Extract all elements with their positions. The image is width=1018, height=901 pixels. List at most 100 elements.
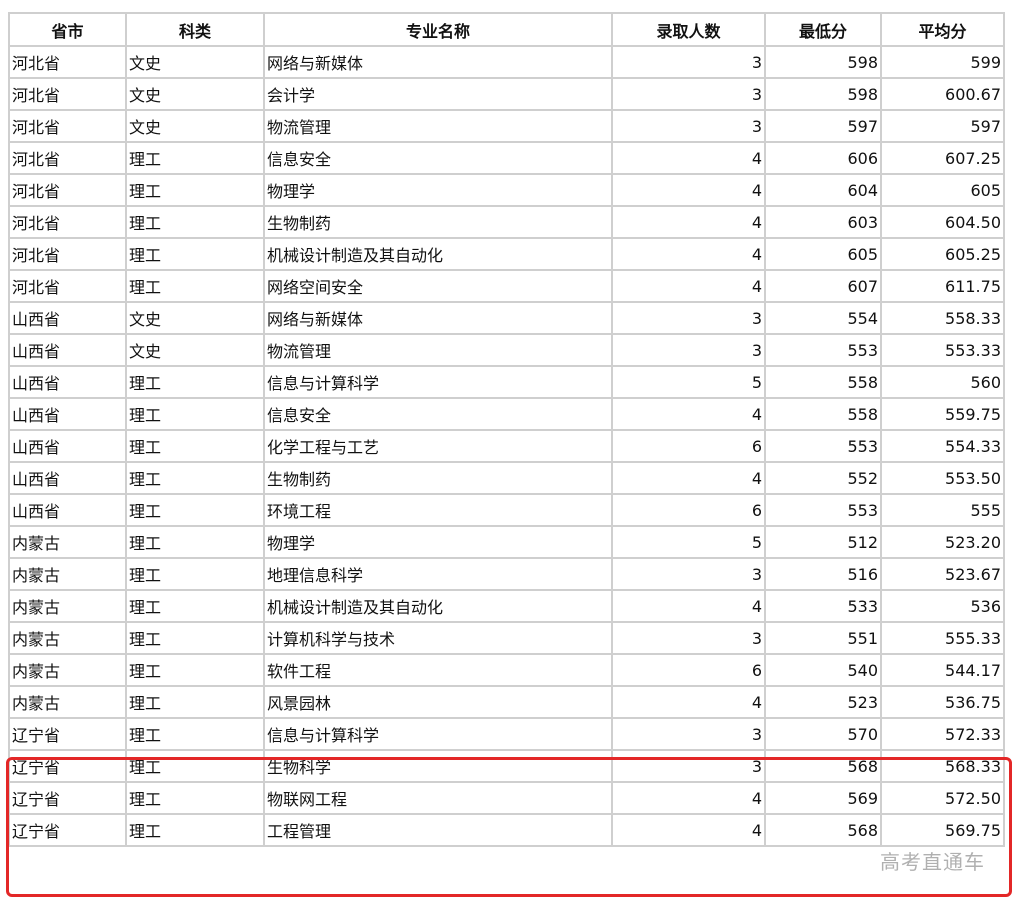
cell-admitted-count: 3 <box>611 45 766 79</box>
cell-min-score: 606 <box>764 141 882 175</box>
cell-category: 理工 <box>125 429 265 463</box>
cell-admitted-count: 4 <box>611 397 766 431</box>
cell-min-score: 598 <box>764 77 882 111</box>
table-row: 山西省 文史 网络与新媒体 3 554 558.33 <box>8 301 1005 335</box>
cell-major: 机械设计制造及其自动化 <box>263 237 613 271</box>
cell-major: 风景园林 <box>263 685 613 719</box>
cell-avg-score: 611.75 <box>880 269 1005 303</box>
header-admitted-count: 录取人数 <box>611 12 766 47</box>
cell-category: 文史 <box>125 333 265 367</box>
cell-admitted-count: 3 <box>611 621 766 655</box>
cell-avg-score: 523.67 <box>880 557 1005 591</box>
cell-major: 生物科学 <box>263 749 613 783</box>
cell-province: 河北省 <box>8 109 127 143</box>
cell-category: 理工 <box>125 397 265 431</box>
cell-category: 理工 <box>125 173 265 207</box>
cell-min-score: 603 <box>764 205 882 239</box>
cell-province: 山西省 <box>8 333 127 367</box>
cell-min-score: 533 <box>764 589 882 623</box>
cell-province: 内蒙古 <box>8 685 127 719</box>
cell-province: 内蒙古 <box>8 557 127 591</box>
table-row: 河北省 文史 网络与新媒体 3 598 599 <box>8 45 1005 79</box>
table-row: 内蒙古 理工 计算机科学与技术 3 551 555.33 <box>8 621 1005 655</box>
cell-admitted-count: 5 <box>611 365 766 399</box>
cell-major: 机械设计制造及其自动化 <box>263 589 613 623</box>
header-min-score: 最低分 <box>764 12 882 47</box>
cell-province: 山西省 <box>8 429 127 463</box>
cell-min-score: 516 <box>764 557 882 591</box>
cell-min-score: 553 <box>764 493 882 527</box>
table-row: 河北省 理工 物理学 4 604 605 <box>8 173 1005 207</box>
header-province: 省市 <box>8 12 127 47</box>
cell-avg-score: 572.50 <box>880 781 1005 815</box>
cell-category: 理工 <box>125 525 265 559</box>
cell-category: 理工 <box>125 493 265 527</box>
cell-avg-score: 607.25 <box>880 141 1005 175</box>
table-header-row: 省市 科类 专业名称 录取人数 最低分 平均分 <box>8 12 1005 47</box>
cell-category: 文史 <box>125 301 265 335</box>
cell-avg-score: 559.75 <box>880 397 1005 431</box>
table-row: 辽宁省 理工 生物科学 3 568 568.33 <box>8 749 1005 783</box>
cell-admitted-count: 4 <box>611 173 766 207</box>
cell-major: 信息安全 <box>263 141 613 175</box>
cell-major: 软件工程 <box>263 653 613 687</box>
cell-major: 信息与计算科学 <box>263 717 613 751</box>
admission-table: 省市 科类 专业名称 录取人数 最低分 平均分 河北省 文史 网络与新媒体 3 598 5… <box>8 12 1005 847</box>
cell-min-score: 552 <box>764 461 882 495</box>
cell-admitted-count: 4 <box>611 813 766 847</box>
cell-avg-score: 536.75 <box>880 685 1005 719</box>
cell-avg-score: 599 <box>880 45 1005 79</box>
cell-admitted-count: 3 <box>611 77 766 111</box>
cell-admitted-count: 3 <box>611 557 766 591</box>
cell-category: 理工 <box>125 813 265 847</box>
cell-category: 理工 <box>125 461 265 495</box>
watermark: 高考直通车 <box>880 850 985 874</box>
table-row: 内蒙古 理工 机械设计制造及其自动化 4 533 536 <box>8 589 1005 623</box>
cell-avg-score: 600.67 <box>880 77 1005 111</box>
cell-min-score: 512 <box>764 525 882 559</box>
cell-category: 文史 <box>125 109 265 143</box>
cell-admitted-count: 4 <box>611 237 766 271</box>
cell-min-score: 568 <box>764 813 882 847</box>
table-row: 河北省 理工 生物制药 4 603 604.50 <box>8 205 1005 239</box>
table-row: 山西省 文史 物流管理 3 553 553.33 <box>8 333 1005 367</box>
cell-category: 理工 <box>125 781 265 815</box>
cell-major: 工程管理 <box>263 813 613 847</box>
cell-admitted-count: 4 <box>611 781 766 815</box>
cell-avg-score: 555 <box>880 493 1005 527</box>
cell-category: 理工 <box>125 557 265 591</box>
table-row: 山西省 理工 信息安全 4 558 559.75 <box>8 397 1005 431</box>
cell-province: 河北省 <box>8 237 127 271</box>
cell-admitted-count: 3 <box>611 333 766 367</box>
cell-admitted-count: 3 <box>611 301 766 335</box>
cell-major: 会计学 <box>263 77 613 111</box>
cell-category: 理工 <box>125 685 265 719</box>
cell-province: 山西省 <box>8 365 127 399</box>
header-major: 专业名称 <box>263 12 613 47</box>
cell-province: 河北省 <box>8 45 127 79</box>
cell-major: 信息与计算科学 <box>263 365 613 399</box>
cell-category: 理工 <box>125 269 265 303</box>
table-row: 内蒙古 理工 地理信息科学 3 516 523.67 <box>8 557 1005 591</box>
cell-avg-score: 568.33 <box>880 749 1005 783</box>
cell-min-score: 558 <box>764 365 882 399</box>
cell-avg-score: 569.75 <box>880 813 1005 847</box>
cell-major: 物联网工程 <box>263 781 613 815</box>
table-row: 河北省 文史 会计学 3 598 600.67 <box>8 77 1005 111</box>
cell-province: 山西省 <box>8 397 127 431</box>
cell-category: 理工 <box>125 749 265 783</box>
table-row: 内蒙古 理工 物理学 5 512 523.20 <box>8 525 1005 559</box>
cell-province: 辽宁省 <box>8 813 127 847</box>
cell-category: 理工 <box>125 717 265 751</box>
cell-province: 内蒙古 <box>8 621 127 655</box>
cell-major: 物流管理 <box>263 109 613 143</box>
cell-major: 地理信息科学 <box>263 557 613 591</box>
cell-category: 理工 <box>125 653 265 687</box>
cell-major: 环境工程 <box>263 493 613 527</box>
cell-category: 理工 <box>125 589 265 623</box>
cell-min-score: 607 <box>764 269 882 303</box>
cell-min-score: 570 <box>764 717 882 751</box>
table-row: 河北省 理工 信息安全 4 606 607.25 <box>8 141 1005 175</box>
cell-avg-score: 605 <box>880 173 1005 207</box>
cell-category: 文史 <box>125 45 265 79</box>
